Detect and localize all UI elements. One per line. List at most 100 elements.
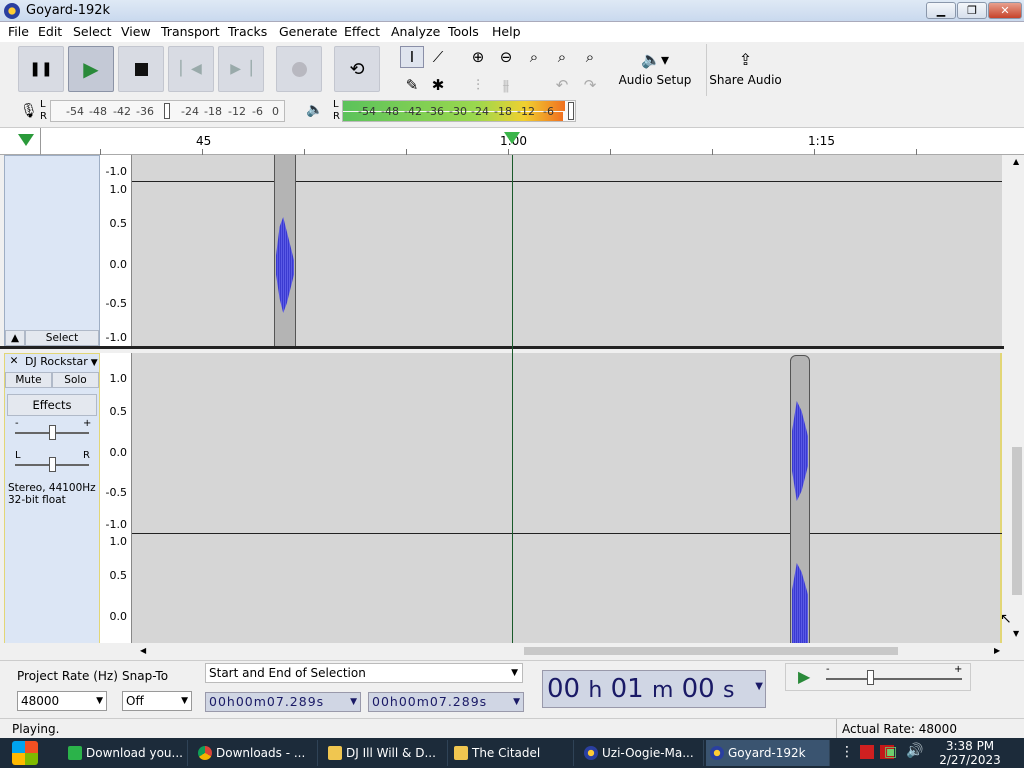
network-icon[interactable]: ▣ xyxy=(884,744,897,760)
multi-tool-button[interactable]: ✱ xyxy=(426,74,450,96)
time-display[interactable]: 00 h 01 m 00 s ▼ xyxy=(542,670,766,708)
skip-start-button[interactable]: ▏◀ xyxy=(168,46,214,92)
track1-waveform-area[interactable] xyxy=(132,155,1002,346)
trim-button[interactable]: ⫶ xyxy=(466,74,490,96)
loop-button[interactable]: ⟲ xyxy=(334,46,380,92)
ruler-tick-label: 1:15 xyxy=(808,134,835,148)
silence-button[interactable]: ⫵ xyxy=(494,74,518,96)
volume-icon[interactable]: 🔊 xyxy=(906,743,923,759)
effects-button[interactable]: Effects xyxy=(7,394,97,416)
play-button[interactable]: ▶ xyxy=(68,46,114,92)
selection-end-time[interactable]: 00h00m07.289s ▼ xyxy=(368,692,524,712)
menu-view[interactable]: View xyxy=(121,24,151,39)
play-head-marker-icon[interactable] xyxy=(18,134,34,146)
menu-tools[interactable]: Tools xyxy=(448,24,479,39)
close-button[interactable]: ✕ xyxy=(988,2,1022,19)
status-bar: Playing. Actual Rate: 48000 xyxy=(0,718,1024,739)
stop-button[interactable] xyxy=(118,46,164,92)
snap-to-select[interactable]: Off ▼ xyxy=(122,691,192,711)
menu-help[interactable]: Help xyxy=(492,24,521,39)
zoom-in-button[interactable]: ⊕ xyxy=(466,46,490,68)
selection-start-time[interactable]: 00h00m07.289s ▼ xyxy=(205,692,361,712)
playback-speed-thumb[interactable] xyxy=(867,670,874,685)
fit-selection-button[interactable]: ⌕ xyxy=(522,46,546,68)
gain-plus-label: + xyxy=(83,418,92,429)
rec-tick: -48 xyxy=(89,105,107,118)
envelope-tool-button[interactable]: ⟋ xyxy=(426,46,450,68)
horizontal-scrollbar[interactable]: ◀ ▶ xyxy=(132,644,1010,658)
menu-effect[interactable]: Effect xyxy=(344,24,380,39)
playback-meter-slider[interactable] xyxy=(568,102,574,120)
scroll-left-icon[interactable]: ◀ xyxy=(140,646,146,655)
record-button[interactable] xyxy=(276,46,322,92)
mute-button[interactable]: Mute xyxy=(5,372,52,388)
clock[interactable]: 3:38 PM 2/27/2023 xyxy=(930,739,1010,767)
solo-button[interactable]: Solo xyxy=(52,372,99,388)
menu-generate[interactable]: Generate xyxy=(279,24,337,39)
playback-meter[interactable]: -54 -48 -42 -36 -30 -24 -18 -12 -6 xyxy=(342,100,576,122)
scale-label: -1.0 xyxy=(105,518,127,531)
selection-mode-select[interactable]: Start and End of Selection ▼ xyxy=(205,663,523,683)
start-button[interactable] xyxy=(6,739,46,767)
pencil-icon: ✎ xyxy=(405,76,419,94)
stop-icon xyxy=(134,62,148,76)
draw-tool-button[interactable]: ✎ xyxy=(400,74,424,96)
chevron-down-icon: ▼ xyxy=(513,697,521,707)
play-tick: -30 xyxy=(449,105,467,118)
taskbar-item[interactable]: Downloads - ... xyxy=(194,740,318,766)
playback-speed-slider[interactable] xyxy=(826,678,962,680)
taskbar-item[interactable]: Download you... xyxy=(64,740,188,766)
track2-name-menu[interactable]: DJ Rockstar ▼ xyxy=(23,354,99,370)
zoom-out-button[interactable]: ⊖ xyxy=(494,46,518,68)
vertical-scrollbar[interactable]: ▲ ▼ xyxy=(1010,155,1024,643)
redo-button[interactable]: ↷ xyxy=(578,74,602,96)
minimize-button[interactable]: ▁ xyxy=(926,2,956,19)
taskbar-item-active[interactable]: Goyard-192k xyxy=(706,740,830,766)
track1-collapse-button[interactable]: ▲ xyxy=(5,330,25,346)
play-tick: -24 xyxy=(471,105,489,118)
record-meter-slider[interactable] xyxy=(164,103,170,119)
selection-tool-button[interactable]: I xyxy=(400,46,424,68)
record-meter[interactable]: -54 -48 -42 -36 -24 -18 -12 -6 0 xyxy=(50,100,285,122)
menu-analyze[interactable]: Analyze xyxy=(391,24,440,39)
menu-transport[interactable]: Transport xyxy=(161,24,220,39)
vertical-scroll-thumb[interactable] xyxy=(1012,447,1022,595)
tray-overflow-icon[interactable]: ⋮ xyxy=(840,744,854,760)
pause-button[interactable]: ❚❚ xyxy=(18,46,64,92)
audio-setup-button[interactable]: 🔈▾ Audio Setup xyxy=(616,44,694,96)
horizontal-scroll-thumb[interactable] xyxy=(524,647,898,655)
taskbar-item[interactable]: Uzi-Oogie-Ma... xyxy=(580,740,704,766)
zoom-toggle-button[interactable]: ⌕ xyxy=(578,46,602,68)
folder-icon xyxy=(454,746,468,760)
menu-select[interactable]: Select xyxy=(73,24,112,39)
skip-start-icon: ▏◀ xyxy=(180,61,202,77)
pan-slider-thumb[interactable] xyxy=(49,457,56,472)
taskbar-item[interactable]: The Citadel xyxy=(450,740,574,766)
scroll-up-icon[interactable]: ▲ xyxy=(1013,157,1019,166)
scroll-down-icon[interactable]: ▼ xyxy=(1013,629,1019,638)
play-at-speed-button[interactable]: ▶ xyxy=(798,667,810,686)
undo-button[interactable]: ↶ xyxy=(550,74,574,96)
taskbar-item[interactable]: DJ Ill Will & D... xyxy=(324,740,448,766)
track2-vertical-scale[interactable]: 1.0 0.5 0.0 -0.5 -1.0 1.0 0.5 0.0 xyxy=(100,353,132,643)
fit-project-button[interactable]: ⌕ xyxy=(550,46,574,68)
skip-end-button[interactable]: ▶▕ xyxy=(218,46,264,92)
menu-file[interactable]: File xyxy=(8,24,29,39)
share-audio-button[interactable]: ⇪ Share Audio xyxy=(706,44,784,96)
scroll-right-icon[interactable]: ▶ xyxy=(994,646,1000,655)
track1-select-button[interactable]: Select xyxy=(25,330,99,346)
track1-vertical-scale[interactable]: -1.0 1.0 0.5 0.0 -0.5 -1.0 xyxy=(100,155,132,348)
playhead-icon[interactable] xyxy=(504,132,520,144)
flag-icon[interactable] xyxy=(860,745,874,759)
menu-tracks[interactable]: Tracks xyxy=(228,24,267,39)
share-icon: ⇪ xyxy=(738,50,753,69)
track2-waveform-area[interactable] xyxy=(132,353,1002,643)
track2-close-button[interactable]: ✕ xyxy=(5,354,23,370)
menu-edit[interactable]: Edit xyxy=(38,24,62,39)
windows-logo-icon xyxy=(12,741,38,765)
time-m-unit: m xyxy=(651,678,674,703)
gain-slider-thumb[interactable] xyxy=(49,425,56,440)
timeline-ruler[interactable]: 45 1:00 1:15 xyxy=(0,127,1024,155)
maximize-button[interactable]: ❐ xyxy=(957,2,987,19)
project-rate-select[interactable]: 48000 ▼ xyxy=(17,691,107,711)
